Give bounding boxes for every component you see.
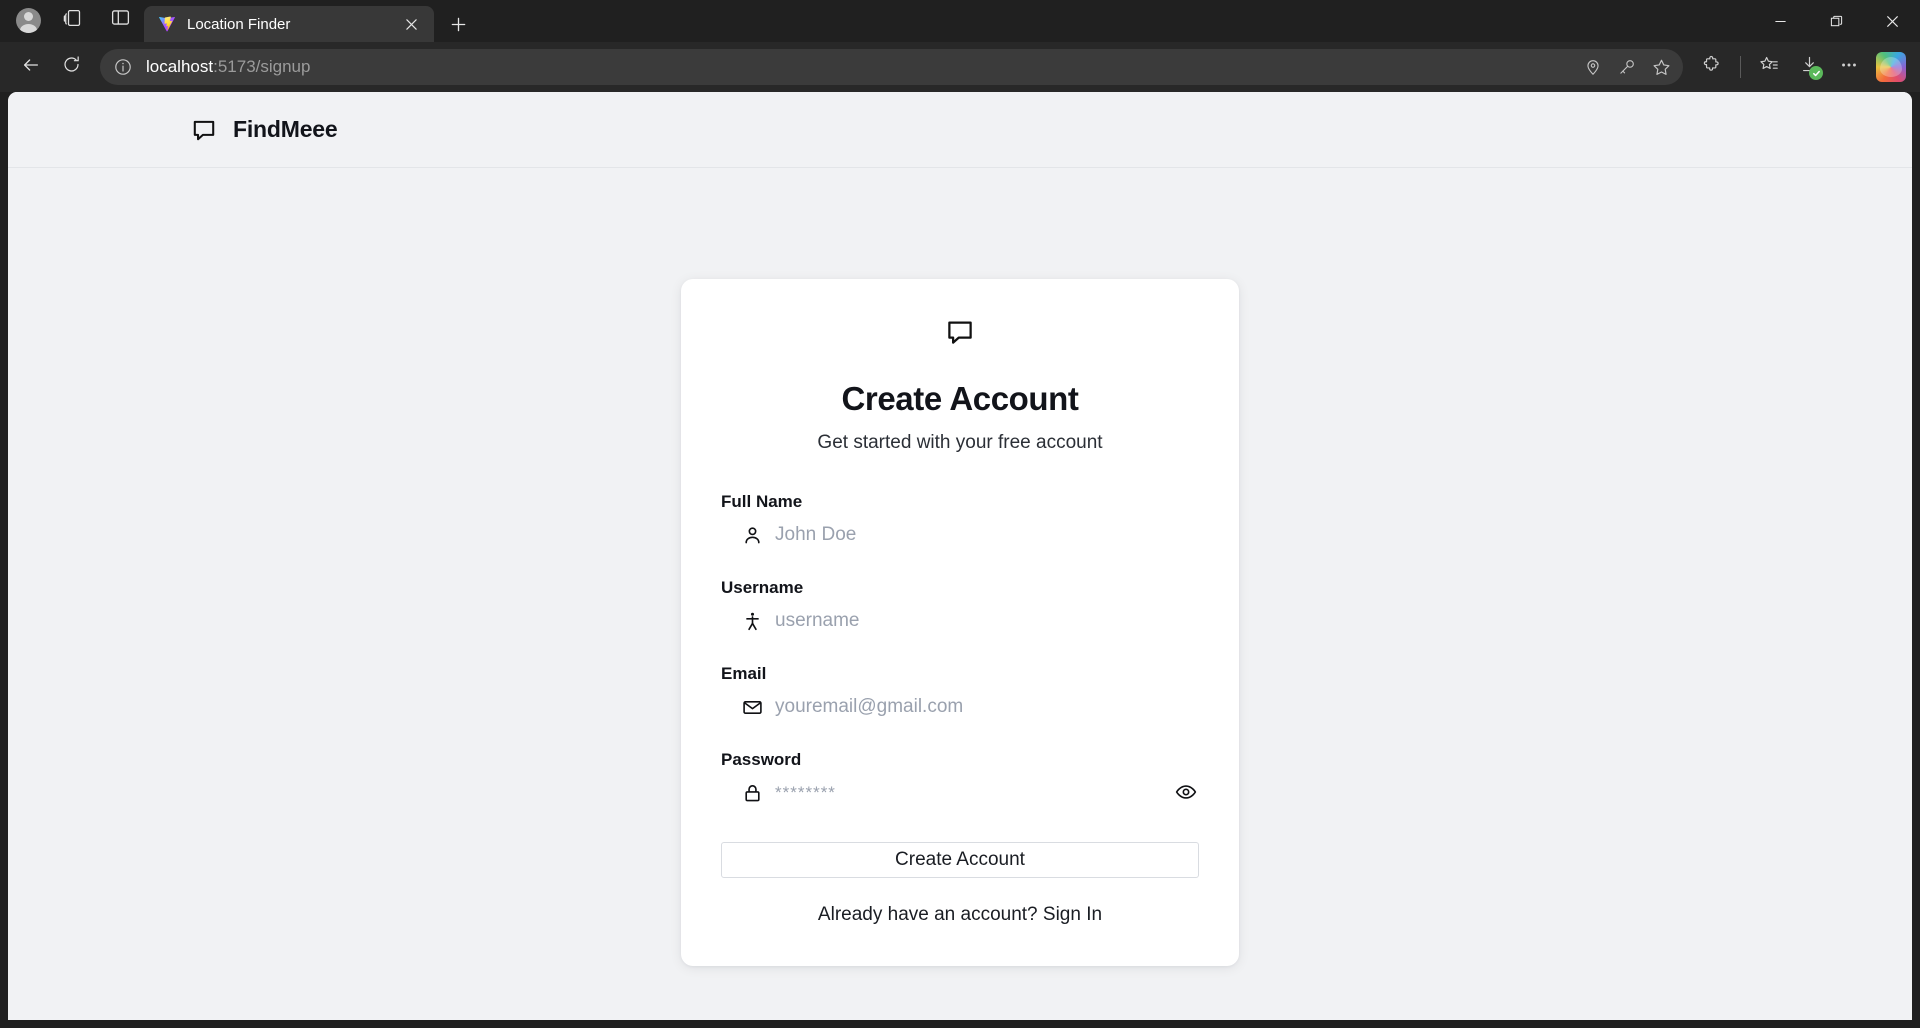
more-settings-button[interactable] [1830,48,1868,86]
brand-name: FindMeee [233,116,338,142]
signin-link[interactable]: Already have an account? Sign In [721,904,1199,926]
username-input[interactable] [775,606,1199,636]
password-label: Password [721,750,802,769]
signup-card: Create Account Get started with your fre… [681,279,1239,966]
workspaces-button[interactable] [54,3,94,37]
email-label: Email [721,664,767,683]
ellipsis-icon [1839,55,1859,80]
field-email: Email [721,664,1199,722]
split-screen-button[interactable] [100,3,140,37]
person-icon [741,524,763,546]
email-input[interactable] [775,692,1199,722]
card-logo [721,317,1199,352]
tabstrip-left-icons [8,0,140,42]
address-bar-url[interactable]: localhost:5173/signup [138,57,1577,77]
tab-title: Location Finder [187,15,291,33]
username-label: Username [721,578,804,597]
chat-bubble-icon [191,117,217,143]
toolbar-divider [1740,56,1741,78]
vite-lightning-icon [158,15,176,33]
location-pin-icon[interactable] [1577,51,1609,83]
collections-icon [1759,55,1779,80]
browser-toolbar-right [1693,48,1908,86]
field-password: Password [721,750,1199,808]
new-tab-button[interactable] [440,6,476,42]
copilot-button[interactable] [1870,48,1908,86]
full-name-label: Full Name [721,492,803,511]
field-full-name: Full Name [721,492,1199,550]
puzzle-piece-icon [1702,55,1722,80]
field-username: Username [721,578,1199,636]
tab-strip: Location Finder [0,0,1920,42]
lock-icon [741,782,763,804]
address-bar-actions [1577,51,1677,83]
site-info-icon[interactable] [108,52,138,82]
browser-tab[interactable]: Location Finder [144,6,434,42]
tab-close-button[interactable] [398,11,424,37]
page-subtitle: Get started with your free account [817,432,1103,453]
eye-icon [1175,781,1197,806]
full-name-input[interactable] [775,520,1199,550]
copilot-icon [1876,52,1906,82]
page-viewport: FindMeee Create Account Get started with… [8,92,1912,1020]
download-complete-badge [1809,66,1823,80]
create-account-button[interactable]: Create Account [721,842,1199,878]
full-name-row [721,520,1199,550]
url-host: localhost [146,57,214,76]
profile-button[interactable] [8,3,48,37]
back-arrow-icon [21,55,41,80]
address-bar[interactable]: localhost:5173/signup [100,49,1683,85]
window-controls [1752,0,1920,42]
password-row [721,778,1199,808]
reload-icon [62,55,81,79]
navigation-toolbar: localhost:5173/signup [0,42,1920,92]
collections-button[interactable] [1750,48,1788,86]
browser-window: Location Finder localhost:5173/signup Fi… [0,0,1920,1028]
key-icon[interactable] [1611,51,1643,83]
split-screen-icon [110,7,131,33]
star-icon[interactable] [1645,51,1677,83]
back-button[interactable] [12,48,50,86]
minimize-button[interactable] [1752,0,1808,42]
email-row [721,692,1199,722]
restore-button[interactable] [1808,0,1864,42]
envelope-icon [741,696,763,718]
page-title: Create Account [841,380,1079,417]
profile-avatar-icon [15,7,41,33]
workspaces-icon [63,7,85,34]
password-input[interactable] [775,778,1161,808]
chat-bubble-icon [945,317,975,352]
person-standing-icon [741,610,763,632]
username-row [721,606,1199,636]
downloads-button[interactable] [1790,48,1828,86]
close-button[interactable] [1864,0,1920,42]
toggle-password-visibility-button[interactable] [1173,780,1199,806]
reload-button[interactable] [52,48,90,86]
app-header: FindMeee [8,92,1912,168]
url-path: :5173/signup [213,57,311,76]
page-body: Create Account Get started with your fre… [8,168,1912,966]
extensions-button[interactable] [1693,48,1731,86]
